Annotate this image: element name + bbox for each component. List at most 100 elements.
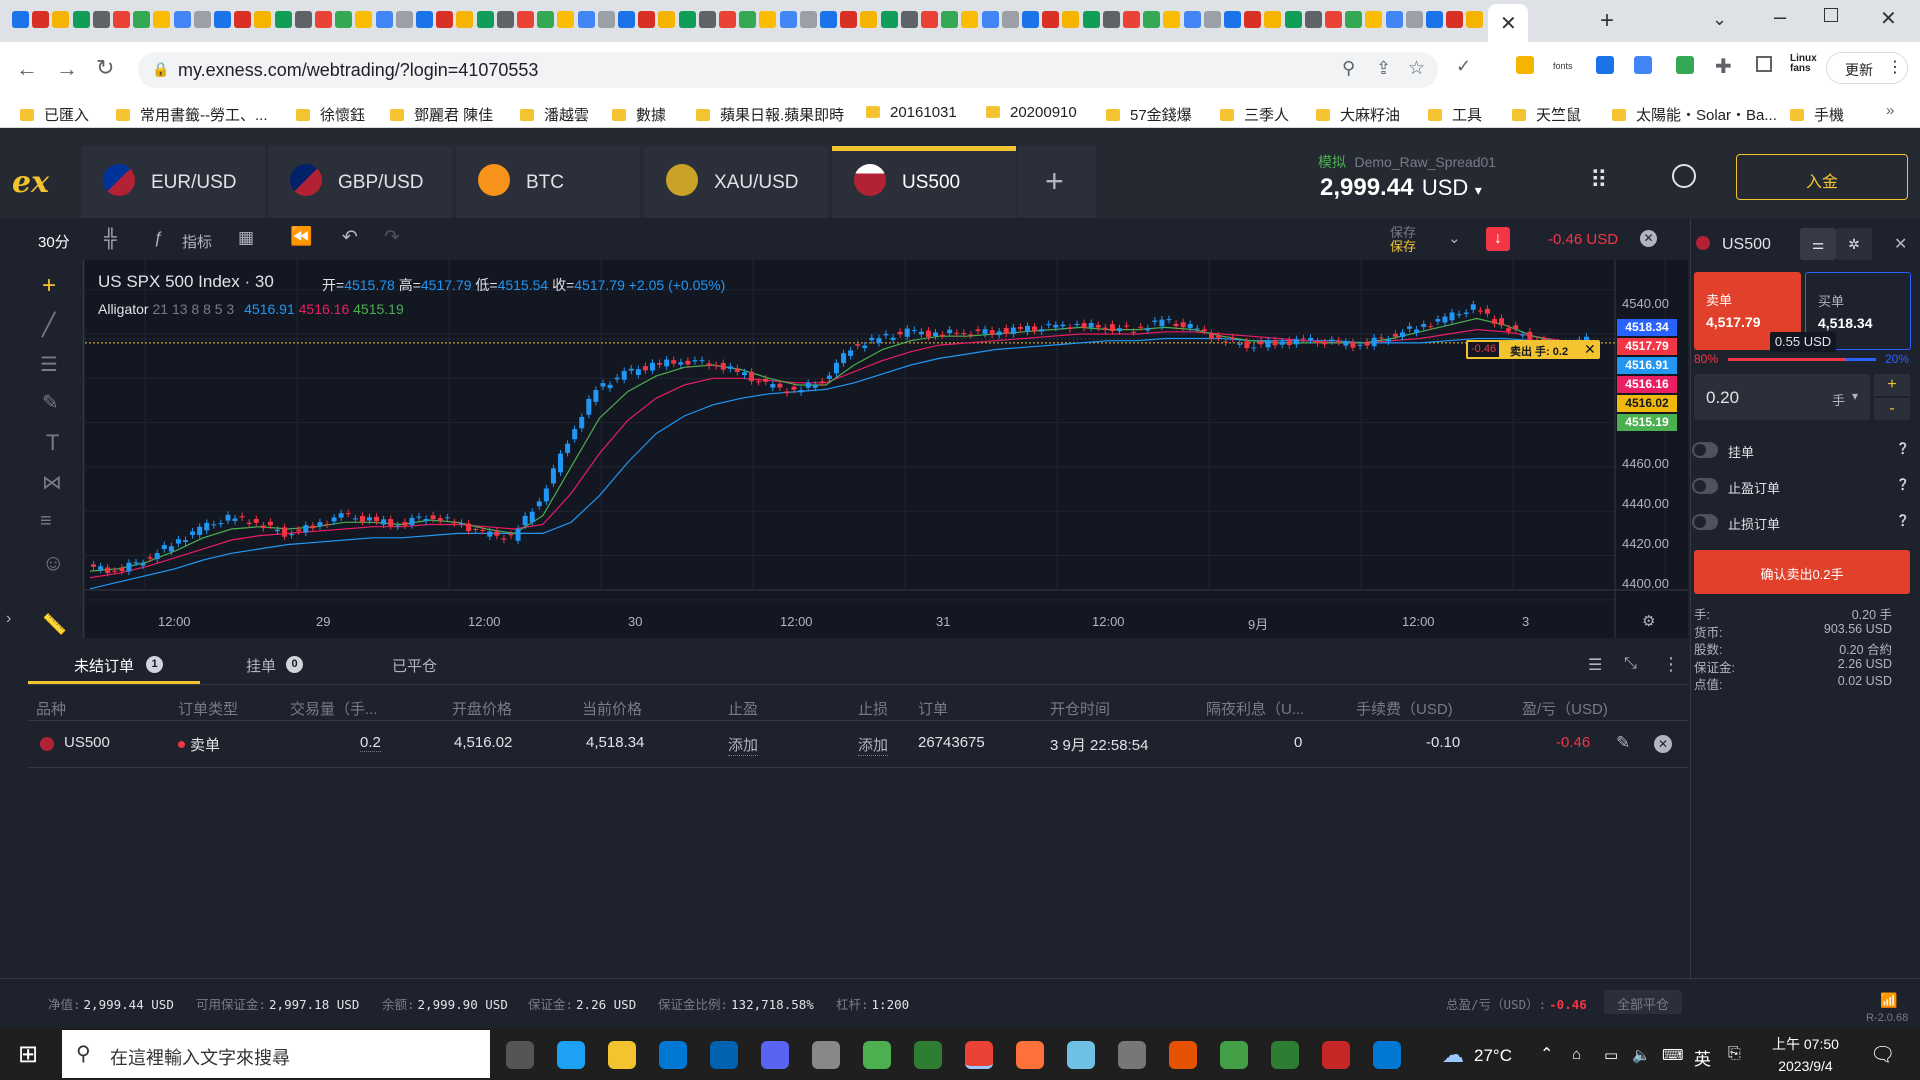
close-position-icon[interactable]: ✕ <box>1640 230 1657 247</box>
tab-favicon-icon[interactable] <box>72 11 90 28</box>
extension-green-icon[interactable] <box>1676 56 1694 74</box>
taskbar-search-box[interactable]: ⚲ 在這裡輸入文字來搜尋 <box>62 1030 490 1078</box>
order-volume[interactable]: 0.2 <box>360 734 381 752</box>
translate-extension-icon[interactable] <box>1634 56 1652 74</box>
profile-icon[interactable] <box>1672 164 1696 188</box>
account-balance[interactable]: 2,999.44 USD ▾ <box>1320 174 1482 202</box>
reload-icon[interactable]: ↻ <box>96 55 114 81</box>
tab-favicon-icon[interactable] <box>355 11 373 28</box>
network-icon[interactable]: ⌂ <box>1572 1046 1581 1063</box>
extension-icon[interactable] <box>1516 56 1534 74</box>
emoji-icon[interactable]: ☺ <box>42 550 64 576</box>
tab-favicon-icon[interactable] <box>1163 11 1181 28</box>
tab-favicon-icon[interactable] <box>1345 11 1363 28</box>
expand-panel-icon[interactable]: › <box>6 610 11 628</box>
tab-favicon-icon[interactable] <box>557 11 575 28</box>
input-icon[interactable]: ⌨ <box>1662 1046 1684 1064</box>
orders-tab-0[interactable]: 未结订单 1 <box>28 648 200 684</box>
tab-favicon-icon[interactable] <box>799 11 817 28</box>
tab-favicon-icon[interactable] <box>860 11 878 28</box>
tab-favicon-icon[interactable] <box>113 11 130 28</box>
tab-favicon-icon[interactable] <box>921 11 938 28</box>
tab-favicon-icon[interactable] <box>375 11 393 28</box>
fibonacci-icon[interactable]: ≡ <box>40 510 52 533</box>
order-add-stop-loss[interactable]: 添加 <box>858 734 889 756</box>
fonts-extension-icon[interactable]: fonts <box>1553 61 1573 71</box>
discord-icon[interactable] <box>761 1041 789 1069</box>
tab-favicon-icon[interactable] <box>92 11 110 28</box>
tab-favicon-icon[interactable] <box>315 11 332 28</box>
task-view-icon[interactable] <box>506 1041 534 1069</box>
tab-favicon-icon[interactable] <box>193 11 211 28</box>
share-icon[interactable]: ⇪ <box>1376 58 1391 79</box>
tab-favicon-icon[interactable] <box>678 11 696 28</box>
bookmark-folder[interactable]: 20200910 <box>986 104 1077 121</box>
tab-favicon-icon[interactable] <box>254 11 272 28</box>
close-tab-icon[interactable]: ✕ <box>1500 11 1517 36</box>
instrument-tab-btc[interactable]: BTC <box>456 146 640 218</box>
tab-favicon-icon[interactable] <box>618 11 635 28</box>
bookmark-folder[interactable]: 手機 <box>1790 104 1844 125</box>
tab-favicon-icon[interactable] <box>1183 11 1201 28</box>
address-bar[interactable]: 🔒 my.exness.com/webtrading/?login=410705… <box>138 52 1438 88</box>
url-text[interactable]: my.exness.com/webtrading/?login=41070553 <box>178 60 538 81</box>
file-explorer-icon[interactable] <box>608 1041 636 1069</box>
help-icon[interactable] <box>1373 1041 1401 1069</box>
sell-direction-icon[interactable]: ↓ <box>1486 227 1510 251</box>
group-icon[interactable]: ☰ <box>1588 655 1602 675</box>
trendline-icon[interactable]: ╱ <box>42 312 55 338</box>
volume-value[interactable]: 0.20 <box>1706 388 1739 408</box>
tab-favicon-icon[interactable] <box>1284 11 1302 28</box>
function-icon[interactable]: ƒ <box>154 228 163 248</box>
save-chart-button[interactable]: 保存 保存 <box>1390 226 1416 254</box>
ime-indicator[interactable]: 英 <box>1694 1045 1711 1070</box>
tab-favicon-icon[interactable] <box>1022 11 1039 28</box>
layout-icon[interactable]: ▦ <box>238 228 254 248</box>
tab-favicon-icon[interactable] <box>1304 11 1322 28</box>
firefox-icon[interactable] <box>1016 1041 1044 1069</box>
one-click-icon[interactable]: ✲ <box>1836 228 1872 260</box>
tab-favicon-icon[interactable] <box>1244 11 1262 28</box>
tab-favicon-icon[interactable] <box>1203 11 1221 28</box>
candle-type-icon[interactable]: ╬ <box>104 228 117 249</box>
tray-chevron-icon[interactable]: ⌃ <box>1540 1044 1553 1064</box>
tab-favicon-icon[interactable] <box>941 11 959 28</box>
extension-blue-icon[interactable] <box>1596 56 1614 74</box>
new-tab-icon[interactable]: + <box>1600 7 1614 35</box>
update-button[interactable]: 更新 ⋮ <box>1826 52 1908 84</box>
tab-favicon-icon[interactable] <box>1042 11 1060 28</box>
tab-favicon-icon[interactable] <box>214 11 231 28</box>
tab-favicon-icon[interactable] <box>698 11 716 28</box>
tab-favicon-icon[interactable] <box>1102 11 1120 28</box>
tab-favicon-icon[interactable] <box>981 11 999 28</box>
bookmark-folder[interactable]: 太陽能・Solar・Ba... <box>1612 104 1777 125</box>
tab-favicon-icon[interactable] <box>32 11 50 28</box>
tab-favicon-icon[interactable] <box>1082 11 1100 28</box>
confirm-sell-button[interactable]: 确认卖出0.2手 <box>1694 550 1910 594</box>
tab-favicon-icon[interactable] <box>1466 11 1484 28</box>
tab-favicon-icon[interactable] <box>456 11 474 28</box>
bookmark-folder[interactable]: 鄧麗君 陳佳 <box>390 104 493 125</box>
app-icon[interactable] <box>1271 1041 1299 1069</box>
volume-increase-button[interactable]: + <box>1874 374 1910 396</box>
notification-icon[interactable]: 🗨 <box>1870 1042 1895 1067</box>
position-line-tag[interactable]: -0.46 卖出 手: 0.2 ✕ <box>1466 340 1600 359</box>
bookmark-star-icon[interactable]: ☆ <box>1408 57 1425 80</box>
pattern-icon[interactable]: ⋈ <box>42 470 62 495</box>
minimize-icon[interactable]: – <box>1774 4 1786 30</box>
tab-favicon-icon[interactable] <box>880 11 898 28</box>
tab-favicon-icon[interactable] <box>739 11 757 28</box>
apps-grid-icon[interactable]: ⠿ <box>1590 166 1610 195</box>
tab-favicon-icon[interactable] <box>274 11 292 28</box>
profile-avatar[interactable]: Linux fans <box>1790 54 1817 74</box>
calculator-icon[interactable] <box>1118 1041 1146 1069</box>
close-all-button[interactable]: 全部平仓 <box>1604 990 1682 1014</box>
redo-icon[interactable]: ↷ <box>384 226 400 249</box>
lock-icon[interactable]: 🔒 <box>152 61 169 78</box>
tab-favicon-icon[interactable] <box>1446 11 1464 28</box>
bookmark-folder[interactable]: 三季人 <box>1220 104 1289 125</box>
app-icon[interactable] <box>914 1041 942 1069</box>
indicators-button[interactable]: 指标 <box>182 231 212 252</box>
tab-favicon-icon[interactable] <box>294 11 312 28</box>
help-icon[interactable]: ❔ <box>1896 514 1910 527</box>
